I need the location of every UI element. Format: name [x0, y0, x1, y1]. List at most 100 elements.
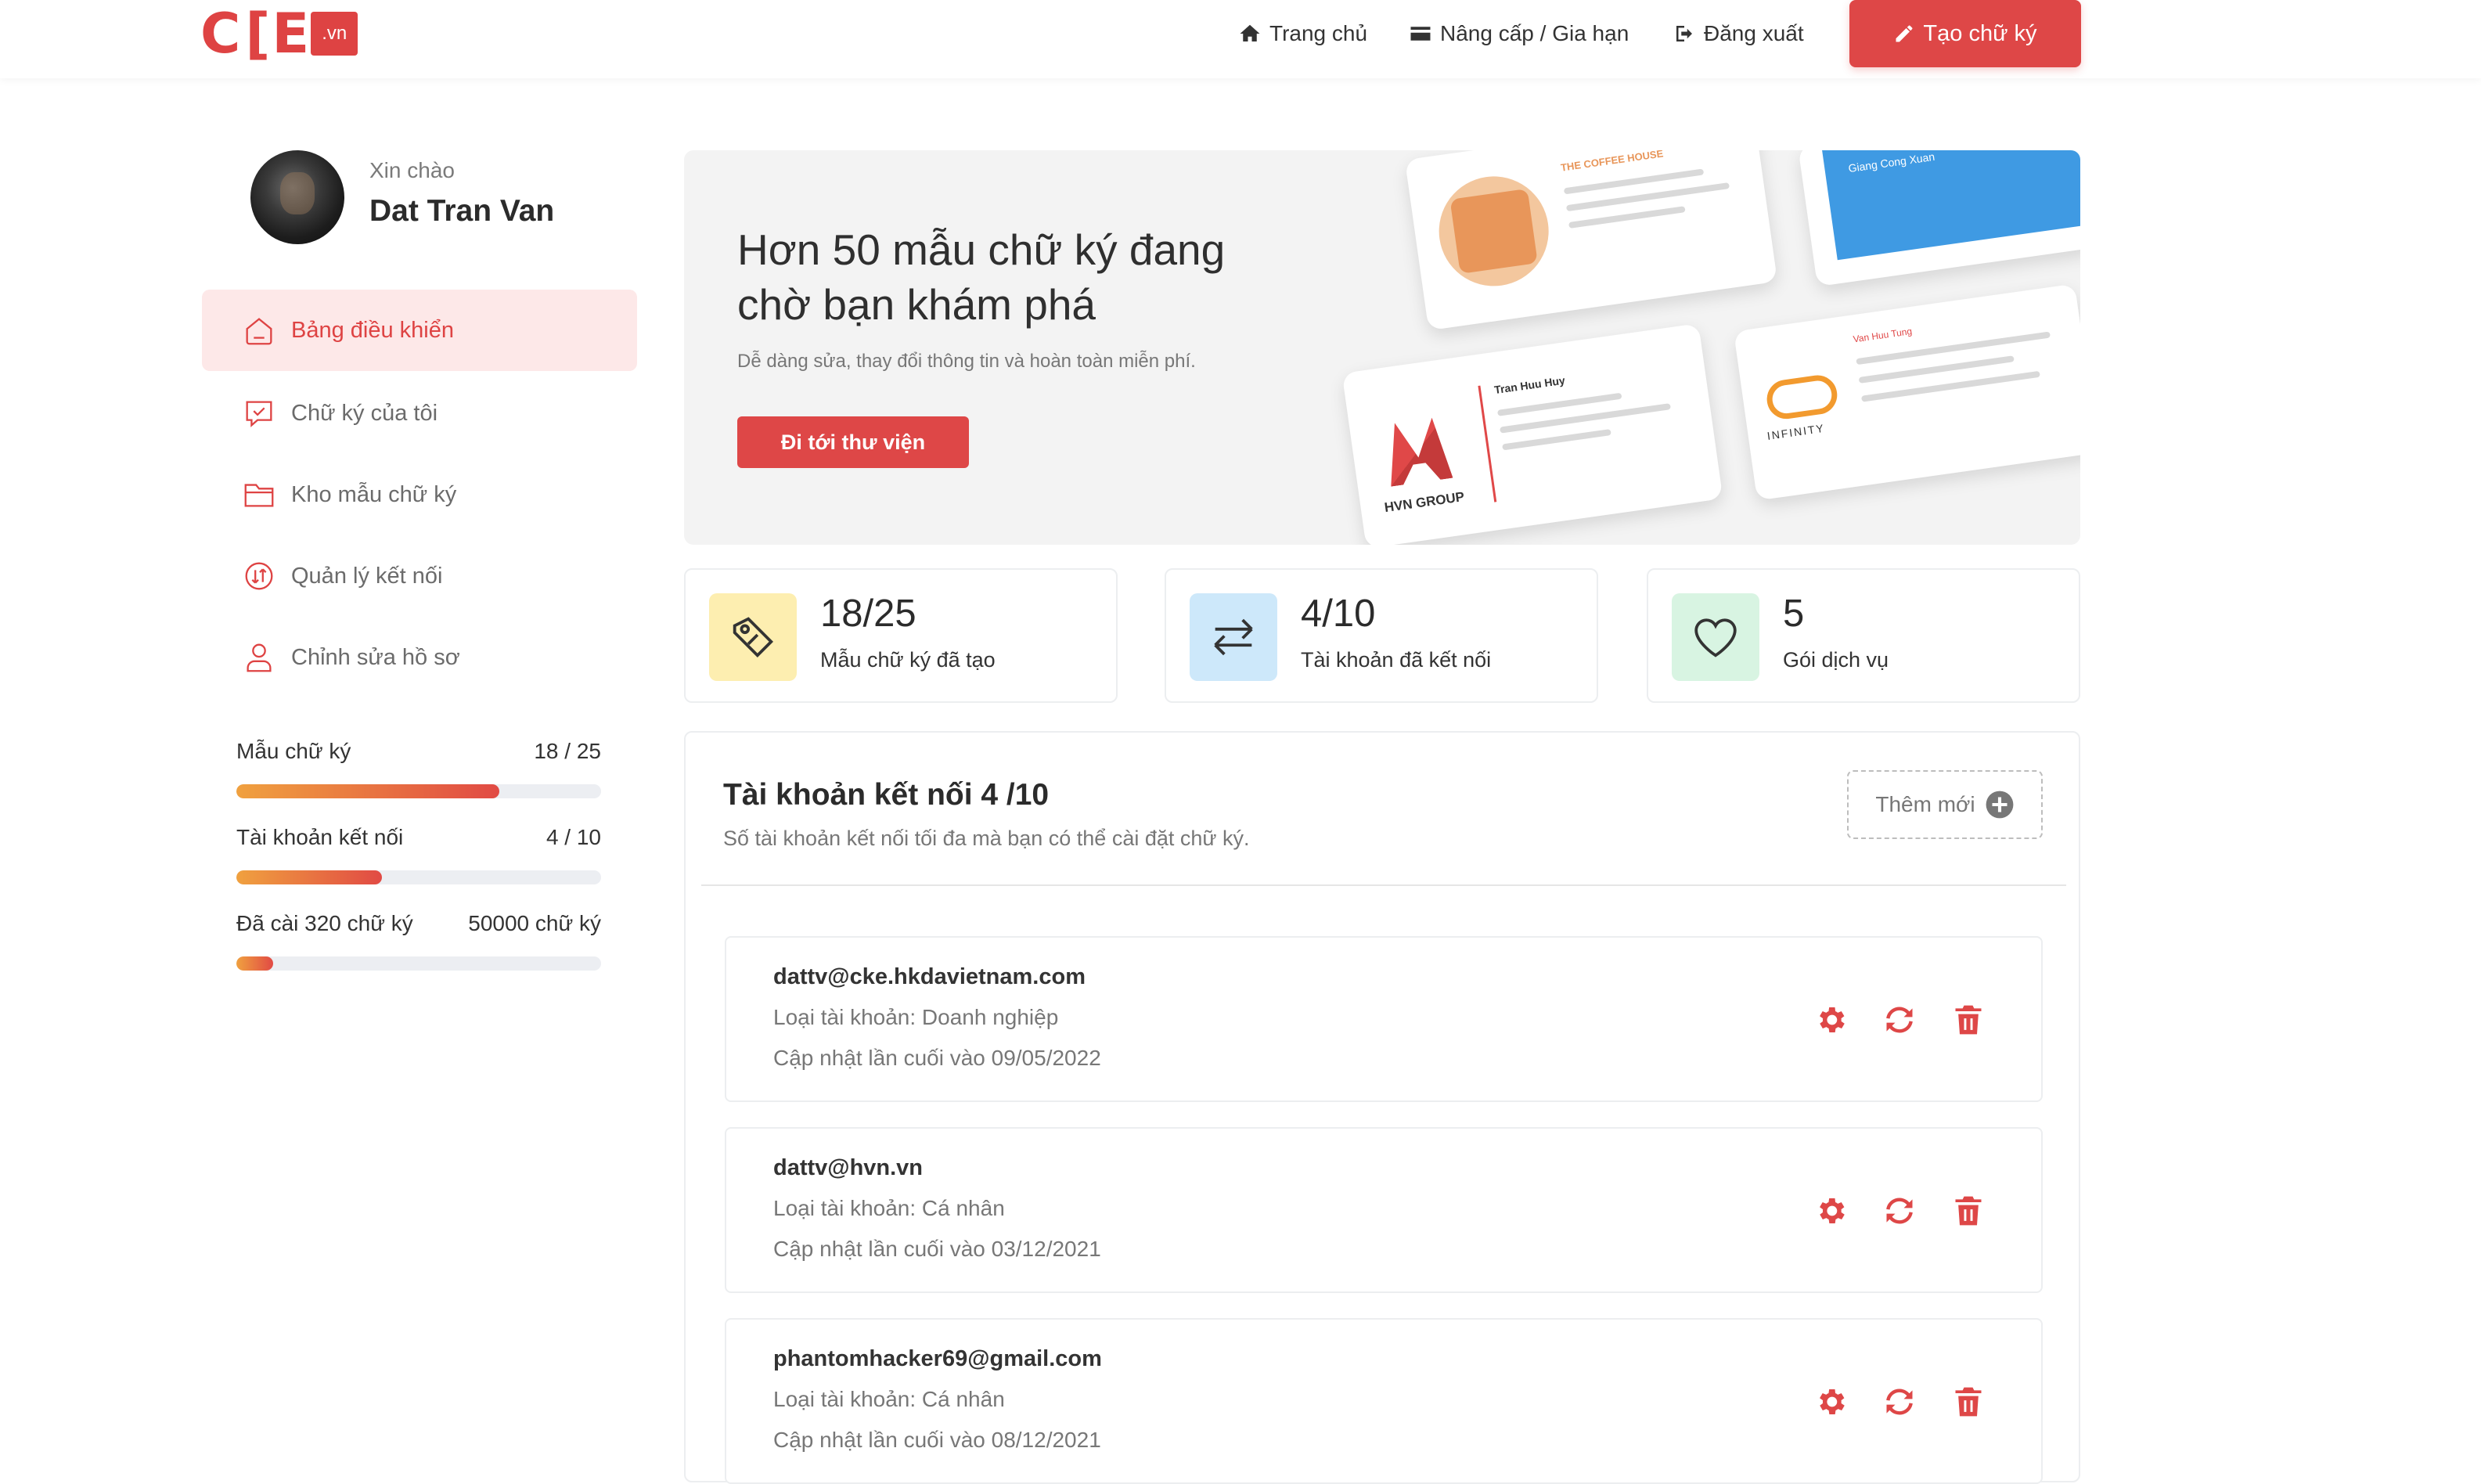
sync-button[interactable] — [1880, 1000, 1919, 1039]
progress-track — [236, 956, 601, 971]
logo-c: C — [200, 2, 240, 66]
sidebar-item-my-signatures[interactable]: Chữ ký của tôi — [202, 373, 637, 454]
account-type: Loại tài khoản: Cá nhân — [773, 1387, 1005, 1411]
sidebar-item-label: Chữ ký của tôi — [291, 400, 438, 426]
stat-value: 5 — [1783, 593, 1805, 635]
coffee-brand: THE COFFEE HOUSE — [1560, 150, 1665, 174]
avatar[interactable] — [250, 150, 344, 244]
go-to-library-button[interactable]: Đi tới thư viện — [737, 416, 969, 468]
stat-icon-box — [709, 593, 797, 681]
tag-icon — [733, 617, 774, 658]
heart-icon — [1694, 618, 1737, 657]
account-updated: Cập nhật lần cuối vào 03/12/2021 — [773, 1237, 1101, 1261]
stat-value: 50000 chữ ký — [468, 911, 601, 935]
nav-home-label: Trang chủ — [1269, 21, 1368, 45]
progress-fill — [236, 870, 383, 884]
stat-label: Tài khoản kết nối — [236, 825, 404, 849]
infinity-logo — [1764, 373, 1840, 422]
sidebar-item-label: Kho mẫu chữ ký — [291, 481, 457, 507]
sample-card-infinity: INFINITY Van Huu Tung — [1733, 283, 2080, 501]
greeting-text: Xin chào — [369, 158, 455, 182]
card-line — [1568, 206, 1686, 229]
stat-value: 18/25 — [820, 593, 916, 635]
infinity-brand: INFINITY — [1766, 421, 1826, 442]
sync-icon — [1886, 1389, 1913, 1415]
sidebar-item-connections[interactable]: Quản lý kết nối — [202, 535, 637, 617]
sample-card-coffee: THE COFFEE HOUSE — [1404, 150, 1778, 331]
banner-title: Hơn 50 mẫu chữ ký đang chờ bạn khám phá — [737, 225, 1226, 329]
stat-caption: Mẫu chữ ký đã tạo — [820, 648, 996, 672]
nav-logout-link[interactable]: Đăng xuất — [1673, 16, 1804, 52]
stat-label: Đã cài 320 chữ ký — [236, 911, 413, 935]
sync-button[interactable] — [1880, 1191, 1919, 1230]
hvn-brand: HVN GROUP — [1383, 488, 1466, 516]
top-navbar: C [ E .vn Trang chủ Nâng cấp / Gia hạn Đ… — [0, 0, 2481, 78]
sync-icon — [1886, 1198, 1913, 1224]
trash-icon — [1955, 1387, 1982, 1417]
stat-value: 18 / 25 — [534, 739, 601, 763]
progress-track — [236, 870, 601, 884]
user-icon — [247, 643, 272, 672]
nav-upgrade-link[interactable]: Nâng cấp / Gia hạn — [1409, 16, 1629, 52]
sidebar-item-dashboard[interactable]: Bảng điều khiển — [202, 290, 637, 371]
connected-accounts-panel: Tài khoản kết nối 4 /10 Số tài khoản kết… — [684, 731, 2080, 1484]
card-line — [1502, 429, 1611, 451]
delete-button[interactable] — [1949, 1000, 1988, 1039]
stat-icon-box — [1672, 593, 1759, 681]
account-email: dattv@hvn.vn — [773, 1155, 924, 1180]
nav-upgrade-label: Nâng cấp / Gia hạn — [1440, 21, 1629, 45]
panel-title: Tài khoản kết nối 4 /10 — [723, 778, 1050, 812]
account-email: dattv@cke.hkdavietnam.com — [773, 964, 1086, 989]
delete-button[interactable] — [1949, 1191, 1988, 1230]
folder-icon — [244, 484, 274, 507]
stat-value: 4/10 — [1301, 593, 1376, 635]
trash-icon — [1955, 1196, 1982, 1226]
stat-card-plans: 5 Gói dịch vụ — [1647, 568, 2080, 703]
sample-card-blue: Giang Cong Xuan — [1798, 150, 2080, 287]
user-name: Dat Tran Van — [369, 194, 555, 228]
card-divider — [1478, 385, 1497, 502]
progress-fill — [236, 956, 273, 971]
settings-button[interactable] — [1811, 1191, 1850, 1230]
stat-card-connections: 4/10 Tài khoản đã kết nối — [1165, 568, 1598, 703]
sample-card-hvn: HVN GROUP Tran Huu Huy — [1341, 323, 1723, 545]
hvn-logo — [1382, 416, 1453, 486]
connection-icon — [245, 562, 273, 590]
account-type: Loại tài khoản: Doanh nghiệp — [773, 1005, 1059, 1029]
cke-logo[interactable]: C [ E .vn — [200, 6, 358, 61]
logo-k: [ — [245, 2, 270, 66]
account-card: phantomhacker69@gmail.com Loại tài khoản… — [725, 1318, 2043, 1484]
home-icon — [1240, 24, 1260, 41]
plus-circle-icon — [1986, 791, 2014, 819]
account-card: dattv@hvn.vn Loại tài khoản: Cá nhân Cập… — [725, 1127, 2043, 1293]
coffee-logo-inner — [1449, 188, 1538, 274]
sidebar-item-edit-profile[interactable]: Chỉnh sửa hồ sơ — [202, 617, 637, 698]
create-signature-button[interactable]: Tạo chữ ký — [1849, 0, 2081, 67]
delete-button[interactable] — [1949, 1382, 1988, 1421]
gear-icon — [1820, 1007, 1845, 1032]
stat-caption: Tài khoản đã kết nối — [1301, 648, 1492, 672]
sidebar-item-template-library[interactable]: Kho mẫu chữ ký — [202, 454, 637, 535]
account-email: phantomhacker69@gmail.com — [773, 1346, 1102, 1371]
trash-icon — [1955, 1005, 1982, 1035]
stat-icon-box — [1190, 593, 1277, 681]
stat-value: 4 / 10 — [546, 825, 601, 849]
progress-track — [236, 784, 601, 798]
panel-subtitle: Số tài khoản kết nối tối đa mà bạn có th… — [723, 827, 1250, 850]
chat-signature-icon — [246, 401, 272, 427]
infinity-card-name: Van Huu Tung — [1852, 326, 1913, 345]
settings-button[interactable] — [1811, 1382, 1850, 1421]
banner-subtitle: Dễ dàng sửa, thay đổi thông tin và hoàn … — [737, 351, 1196, 372]
swap-arrows-icon — [1214, 618, 1253, 656]
sidebar-item-label: Chỉnh sửa hồ sơ — [291, 644, 460, 670]
divider — [701, 884, 2066, 886]
gear-icon — [1820, 1198, 1845, 1223]
sync-button[interactable] — [1880, 1382, 1919, 1421]
home-icon — [246, 318, 272, 345]
settings-button[interactable] — [1811, 1000, 1850, 1039]
template-library-banner: Hơn 50 mẫu chữ ký đang chờ bạn khám phá … — [684, 150, 2080, 545]
add-connection-button[interactable]: Thêm mới — [1847, 770, 2043, 839]
nav-home-link[interactable]: Trang chủ — [1238, 16, 1367, 52]
credit-card-icon — [1410, 27, 1431, 41]
progress-fill — [236, 784, 499, 798]
